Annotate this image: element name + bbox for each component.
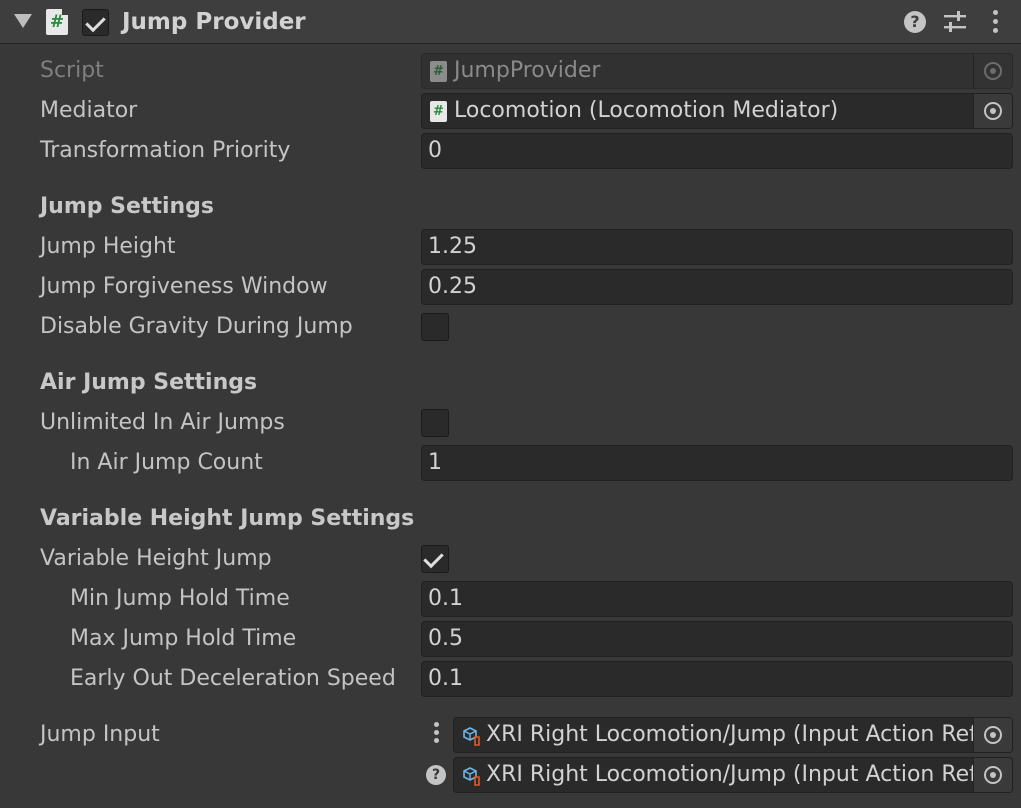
script-value: JumpProvider [454,58,601,83]
help-icon[interactable]: ? [904,11,926,33]
air-jump-settings-header: Air Jump Settings [40,370,258,395]
script-label: Script [40,58,104,83]
in-air-jump-count-input[interactable]: 1 [421,445,1013,481]
help-icon[interactable]: ? [426,765,446,785]
jump-height-input[interactable]: 1.25 [421,229,1013,265]
jump-input-value: XRI Right Locomotion/Jump (Input Action … [486,722,974,747]
input-action-reference-icon [463,767,480,786]
foldout-arrow-icon[interactable] [14,14,32,28]
object-picker-icon [973,54,1012,88]
jump-settings-header: Jump Settings [40,194,215,219]
unlimited-in-air-jumps-label: Unlimited In Air Jumps [40,410,285,435]
jump-input-reference-field[interactable]: XRI Right Locomotion/Jump (Input Action … [453,717,1013,753]
component-header: # Jump Provider ? [0,0,1021,44]
checkmark-icon [423,547,444,569]
component-title: Jump Provider [122,9,306,35]
max-jump-hold-time-label: Max Jump Hold Time [70,626,297,651]
early-out-deceleration-speed-input[interactable]: 0.1 [421,661,1013,697]
min-jump-hold-time-input[interactable]: 0.1 [421,581,1013,617]
disable-gravity-checkbox[interactable] [421,313,449,341]
jump-input-secondary-value: XRI Right Locomotion/Jump (Input Action … [486,762,974,787]
input-mode-menu-icon[interactable] [430,722,442,748]
in-air-jump-count-label: In Air Jump Count [70,450,263,475]
mediator-field[interactable]: # Locomotion (Locomotion Mediator) [421,93,1013,129]
variable-height-settings-header: Variable Height Jump Settings [40,506,415,531]
max-jump-hold-time-input[interactable]: 0.5 [421,621,1013,657]
jump-height-label: Jump Height [40,234,176,259]
component-enabled-checkbox[interactable] [82,9,109,36]
script-small-icon: # [430,101,447,122]
object-picker-icon[interactable] [973,718,1012,752]
object-picker-icon[interactable] [973,758,1012,792]
preset-sliders-icon[interactable] [943,10,967,34]
object-picker-icon[interactable] [973,94,1012,128]
jump-forgiveness-window-input[interactable]: 0.25 [421,269,1013,305]
transformation-priority-input[interactable]: 0 [421,133,1013,169]
mediator-value: Locomotion (Locomotion Mediator) [454,98,839,123]
early-out-deceleration-speed-label: Early Out Deceleration Speed [70,666,396,691]
transformation-priority-label: Transformation Priority [40,138,291,163]
script-glyph: # [49,12,65,32]
jump-input-label: Jump Input [40,722,160,747]
min-jump-hold-time-label: Min Jump Hold Time [70,586,290,611]
unlimited-in-air-jumps-checkbox[interactable] [421,409,449,437]
jump-forgiveness-window-label: Jump Forgiveness Window [40,274,328,299]
jump-input-reference-preview-field[interactable]: XRI Right Locomotion/Jump (Input Action … [453,757,1013,793]
variable-height-jump-label: Variable Height Jump [40,546,272,571]
variable-height-jump-checkbox[interactable] [421,545,449,573]
input-action-reference-icon [463,727,480,746]
more-options-icon[interactable] [988,10,1002,36]
checkmark-icon [85,11,106,33]
script-field: # JumpProvider [421,53,1013,89]
disable-gravity-label: Disable Gravity During Jump [40,314,353,339]
script-small-icon: # [430,61,447,82]
csharp-script-icon: # [46,9,68,35]
mediator-label: Mediator [40,98,138,123]
